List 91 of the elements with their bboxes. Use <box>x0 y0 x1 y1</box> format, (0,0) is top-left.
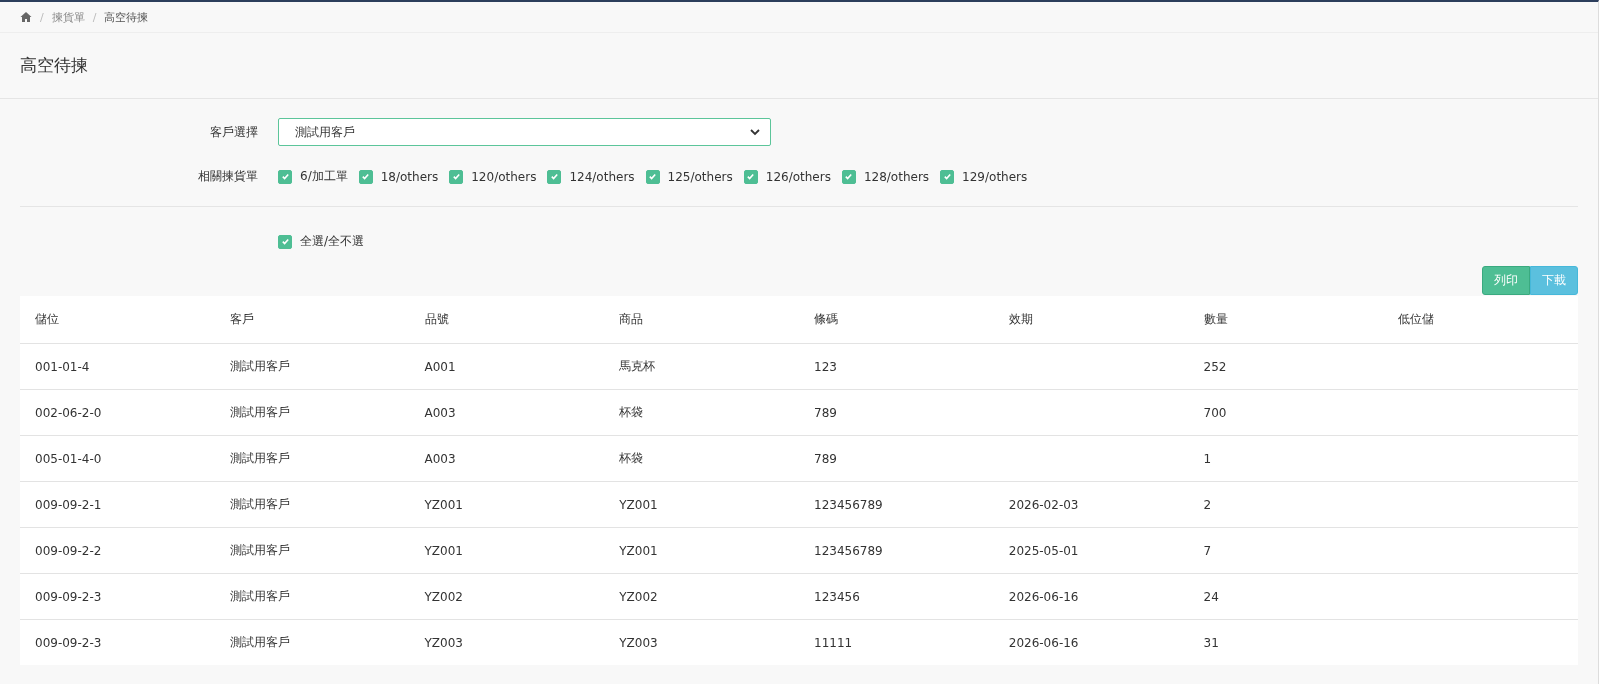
table-cell: 2026-02-03 <box>993 481 1189 528</box>
breadcrumb-current: 高空待揀 <box>104 9 149 25</box>
table-cell: 2025-05-01 <box>993 527 1189 574</box>
checkbox-label[interactable]: 128/others <box>863 169 930 184</box>
table-cell: 123456 <box>799 573 994 620</box>
table-cell: YZ002 <box>604 573 799 620</box>
table-cell: 測試用客戶 <box>214 619 410 665</box>
checkbox[interactable] <box>940 169 955 184</box>
table-cell: 789 <box>799 389 994 436</box>
column-header: 客戶 <box>214 296 410 344</box>
checkbox[interactable] <box>358 169 373 184</box>
table-cell: 005-01-4-0 <box>20 435 215 482</box>
table-cell: A003 <box>409 389 605 436</box>
check-icon <box>280 237 290 246</box>
table-cell: 測試用客戶 <box>214 573 410 620</box>
home-icon <box>20 11 32 23</box>
check-icon <box>451 172 461 181</box>
checkbox[interactable] <box>841 169 856 184</box>
checkbox[interactable] <box>449 169 464 184</box>
table-cell: YZ002 <box>409 573 605 620</box>
table-cell: A003 <box>409 435 605 482</box>
table-cell: YZ003 <box>604 619 799 665</box>
check-icon <box>549 172 559 181</box>
table-cell: 測試用客戶 <box>214 389 410 436</box>
table-cell: 001-01-4 <box>20 343 215 390</box>
table-cell: YZ003 <box>409 619 605 665</box>
checkbox[interactable] <box>278 169 292 184</box>
table-cell: YZ001 <box>604 527 799 574</box>
table-cell: 杯袋 <box>604 389 799 436</box>
checkbox[interactable] <box>278 234 292 249</box>
table-cell: 1 <box>1188 435 1384 482</box>
column-header: 數量 <box>1188 296 1384 344</box>
caret-icon <box>750 128 760 136</box>
table-cell: 123456789 <box>799 527 994 574</box>
checkbox-label[interactable]: 18/others <box>380 169 439 184</box>
checkbox-label[interactable]: 全選/全不選 <box>300 233 365 250</box>
table-cell: 123456789 <box>799 481 994 528</box>
table-cell: 123 <box>799 343 994 390</box>
table-cell: 009-09-2-3 <box>20 619 215 665</box>
checkbox-label[interactable]: 120/others <box>471 169 537 184</box>
checkbox-label[interactable]: 6/加工單 <box>300 168 348 185</box>
column-header: 效期 <box>993 296 1189 344</box>
checkbox-label[interactable]: 129/others <box>962 169 1028 184</box>
check-icon <box>280 172 290 181</box>
column-header: 品號 <box>409 296 605 344</box>
column-header: 條碼 <box>799 296 994 344</box>
table-cell: 252 <box>1188 343 1384 390</box>
check-icon <box>746 172 756 181</box>
field-label: 客戶選擇 <box>209 123 258 141</box>
customer-select[interactable]: 測試用客戶 <box>278 118 771 146</box>
column-header: 商品 <box>604 296 799 344</box>
table-cell: 馬克杯 <box>604 343 799 390</box>
table-cell: 2026-06-16 <box>993 573 1189 620</box>
breadcrumb-link[interactable]: 揀貨單 <box>51 9 85 25</box>
table-cell: 測試用客戶 <box>214 343 410 390</box>
column-header: 低位儲 <box>1383 296 1578 344</box>
checkbox[interactable] <box>645 169 660 184</box>
table-cell: 7 <box>1188 527 1384 574</box>
table-cell: 2 <box>1188 481 1384 528</box>
table-cell: YZ001 <box>409 481 605 528</box>
table-cell: 11111 <box>799 619 994 665</box>
table-cell: 002-06-2-0 <box>20 389 215 436</box>
table-cell: 杯袋 <box>604 435 799 482</box>
table-cell: 700 <box>1188 389 1384 436</box>
table-cell: 測試用客戶 <box>214 481 410 528</box>
checkbox-label[interactable]: 125/others <box>667 169 733 184</box>
check-icon <box>844 172 854 181</box>
check-icon <box>361 172 371 181</box>
table-cell: 789 <box>799 435 994 482</box>
breadcrumb-separator: / <box>92 10 97 24</box>
checkbox[interactable] <box>547 169 562 184</box>
check-icon <box>942 172 952 181</box>
table-cell: 24 <box>1188 573 1384 620</box>
checkbox-label[interactable]: 124/others <box>569 169 635 184</box>
table-cell: 009-09-2-3 <box>20 573 215 620</box>
breadcrumb-separator: / <box>40 10 44 24</box>
table-cell: 009-09-2-1 <box>20 481 215 528</box>
page-title: 高空待揀 <box>20 54 88 77</box>
check-icon <box>648 172 658 181</box>
table-cell: YZ001 <box>409 527 605 574</box>
table-cell: 009-09-2-2 <box>20 527 215 574</box>
table-cell: 2026-06-16 <box>993 619 1189 665</box>
table-cell: 31 <box>1188 619 1384 665</box>
table-cell: A001 <box>409 343 605 390</box>
column-header: 儲位 <box>20 296 215 344</box>
checkbox-label[interactable]: 126/others <box>765 169 831 184</box>
table-cell: 測試用客戶 <box>214 435 410 482</box>
table-cell: 測試用客戶 <box>214 527 410 574</box>
table-cell: YZ001 <box>604 481 799 528</box>
field-label: 相關揀貨單 <box>197 168 258 185</box>
checkbox[interactable] <box>743 169 758 184</box>
